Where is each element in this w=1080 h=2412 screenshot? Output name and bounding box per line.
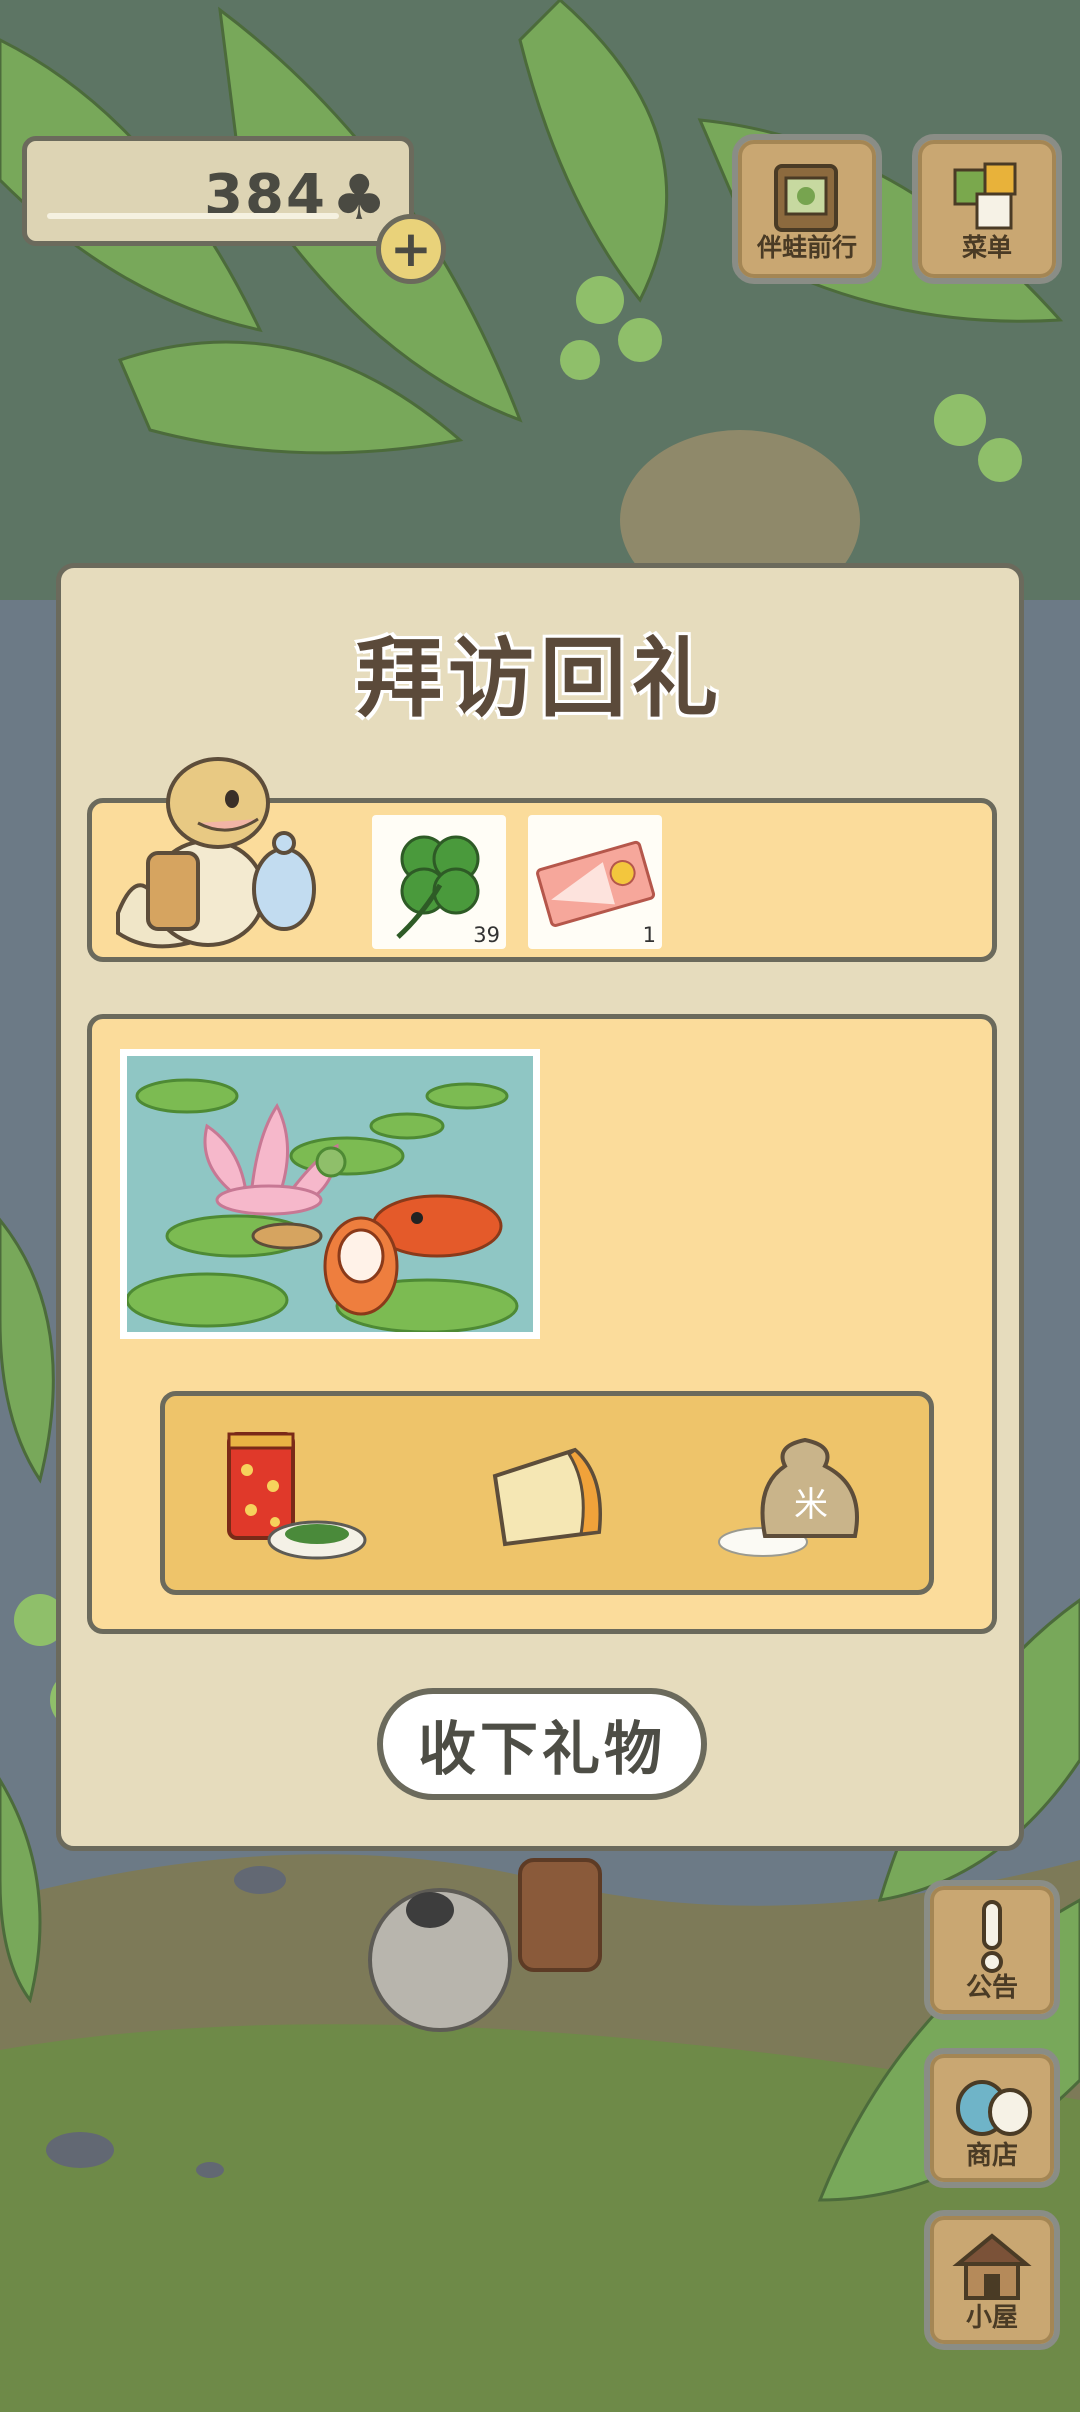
travel-album-button[interactable]: 伴蛙前行 — [732, 134, 882, 284]
reward-item-ticket[interactable]: 1 — [528, 815, 662, 949]
house-button[interactable]: 小屋 — [924, 2210, 1060, 2350]
menu-label: 菜单 — [961, 233, 1012, 262]
shop-label: 商店 — [965, 2141, 1018, 2171]
shop-button[interactable]: 商店 — [924, 2048, 1060, 2188]
rice-sack-label: 米 — [794, 1485, 828, 1525]
accept-gifts-button[interactable]: 收下礼物 — [377, 1688, 707, 1800]
notice-button[interactable]: 公告 — [924, 1880, 1060, 2020]
notice-label: 公告 — [965, 1973, 1018, 2003]
visit-gift-dialog: 拜访回礼 39 1 米 收下礼物 — [56, 563, 1024, 1851]
album-icon — [738, 158, 876, 238]
menu-cards-icon — [918, 158, 1056, 238]
gift-panel: 米 — [87, 1014, 997, 1634]
tea-canister-with-leaves-icon[interactable] — [217, 1430, 367, 1570]
reward-item-clover[interactable]: 39 — [372, 815, 506, 949]
lizard-visitor-icon — [116, 757, 316, 949]
pond-koi-lotus-postcard — [125, 1056, 533, 1334]
rice-sack-icon[interactable]: 米 — [715, 1426, 885, 1566]
reward-quantity: 1 — [642, 923, 656, 947]
plus-icon: + — [390, 220, 432, 278]
house-label: 小屋 — [965, 2303, 1018, 2333]
travel-album-label: 伴蛙前行 — [756, 233, 857, 262]
clover-counter: 384 ♣ — [22, 136, 414, 246]
menu-button[interactable]: 菜单 — [912, 134, 1062, 284]
dialog-title: 拜访回礼 — [356, 629, 724, 729]
clover-icon: ♣ — [331, 161, 387, 234]
postcard[interactable] — [120, 1049, 540, 1339]
gifts-tray: 米 — [160, 1391, 934, 1595]
shop-bags-icon — [930, 2064, 1054, 2144]
cheese-icon[interactable] — [485, 1436, 611, 1556]
reward-quantity: 39 — [473, 923, 500, 947]
add-clover-button[interactable]: + — [376, 214, 446, 284]
reward-strip: 39 1 — [87, 757, 997, 962]
exclamation-icon — [930, 1896, 1054, 1976]
counter-underline — [47, 213, 339, 219]
house-icon — [930, 2226, 1054, 2306]
